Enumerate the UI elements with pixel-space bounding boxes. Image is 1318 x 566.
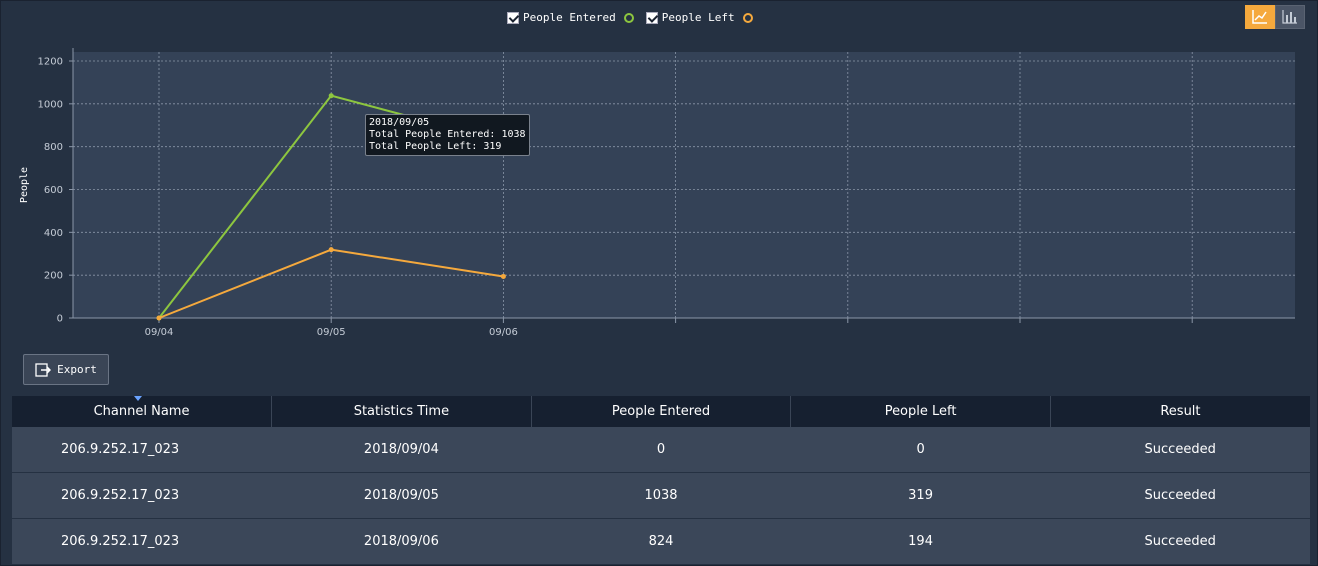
column-header-label: People Entered bbox=[611, 404, 711, 419]
y-axis: 0 200 400 600 800 1000 1200 bbox=[38, 48, 74, 325]
column-header-label: Result bbox=[1160, 404, 1201, 419]
tooltip-left: Total People Left: 319 bbox=[369, 141, 502, 152]
tooltip-entered: Total People Entered: 1038 bbox=[369, 129, 526, 140]
table-row[interactable]: 206.9.252.17_023 2018/09/05 1038 319 Suc… bbox=[12, 472, 1310, 519]
cell-channel-name: 206.9.252.17_023 bbox=[12, 427, 272, 473]
plot-area bbox=[73, 52, 1295, 318]
statistics-table: Channel Name Statistics Time People Ente… bbox=[12, 396, 1310, 565]
cell-result: Succeeded bbox=[1050, 427, 1310, 473]
data-point-people-entered bbox=[328, 93, 334, 99]
x-tick-label: 09/04 bbox=[145, 327, 174, 338]
table-row[interactable]: 206.9.252.17_023 2018/09/06 824 194 Succ… bbox=[12, 518, 1310, 565]
cell-people-entered: 0 bbox=[531, 427, 791, 473]
table-row[interactable]: 206.9.252.17_023 2018/09/04 0 0 Succeede… bbox=[12, 427, 1310, 473]
cell-people-entered: 824 bbox=[531, 518, 791, 565]
cell-channel-name: 206.9.252.17_023 bbox=[12, 472, 272, 519]
cell-statistics-time: 2018/09/06 bbox=[271, 518, 532, 565]
column-header-channel-name[interactable]: Channel Name bbox=[12, 396, 273, 427]
cell-statistics-time: 2018/09/05 bbox=[271, 472, 532, 519]
y-tick-label: 200 bbox=[44, 271, 63, 282]
export-label: Export bbox=[57, 363, 97, 376]
tooltip-date: 2018/09/05 bbox=[369, 117, 430, 128]
y-tick-label: 800 bbox=[44, 142, 63, 153]
column-header-people-entered[interactable]: People Entered bbox=[531, 396, 792, 427]
x-axis: 09/04 09/05 09/06 bbox=[73, 317, 1295, 338]
table-header-row: Channel Name Statistics Time People Ente… bbox=[12, 396, 1310, 427]
data-point-people-left bbox=[328, 247, 334, 253]
y-axis-label: People bbox=[19, 167, 30, 203]
column-header-label: Statistics Time bbox=[353, 404, 450, 419]
y-tick-label: 400 bbox=[44, 228, 63, 239]
y-tick-label: 1000 bbox=[38, 99, 63, 110]
sort-arrow-icon bbox=[134, 396, 142, 401]
data-point-people-left bbox=[500, 273, 506, 279]
column-header-statistics-time[interactable]: Statistics Time bbox=[271, 396, 532, 427]
column-header-label: Channel Name bbox=[93, 404, 190, 419]
cell-people-left: 194 bbox=[790, 518, 1051, 565]
column-header-result[interactable]: Result bbox=[1050, 396, 1310, 427]
cell-channel-name: 206.9.252.17_023 bbox=[12, 518, 272, 565]
chart-tooltip: 2018/09/05 Total People Entered: 1038 To… bbox=[365, 114, 530, 156]
data-point-people-left bbox=[156, 315, 162, 321]
export-button[interactable]: Export bbox=[23, 354, 109, 385]
x-tick-label: 09/06 bbox=[489, 327, 518, 338]
x-tick-label: 09/05 bbox=[317, 327, 346, 338]
y-tick-label: 600 bbox=[44, 185, 63, 196]
export-icon bbox=[35, 362, 52, 377]
line-chart: 0 200 400 600 800 1000 1200 09/04 09/05 09/06 Pe… bbox=[19, 48, 1295, 338]
cell-people-entered: 1038 bbox=[531, 472, 791, 519]
y-tick-label: 0 bbox=[57, 314, 63, 325]
column-header-label: People Left bbox=[884, 404, 957, 419]
cell-result: Succeeded bbox=[1050, 472, 1310, 519]
cell-people-left: 0 bbox=[790, 427, 1051, 473]
column-header-people-left[interactable]: People Left bbox=[790, 396, 1051, 427]
y-tick-label: 1200 bbox=[38, 57, 63, 68]
cell-statistics-time: 2018/09/04 bbox=[271, 427, 532, 473]
cell-people-left: 319 bbox=[790, 472, 1051, 519]
cell-result: Succeeded bbox=[1050, 518, 1310, 565]
